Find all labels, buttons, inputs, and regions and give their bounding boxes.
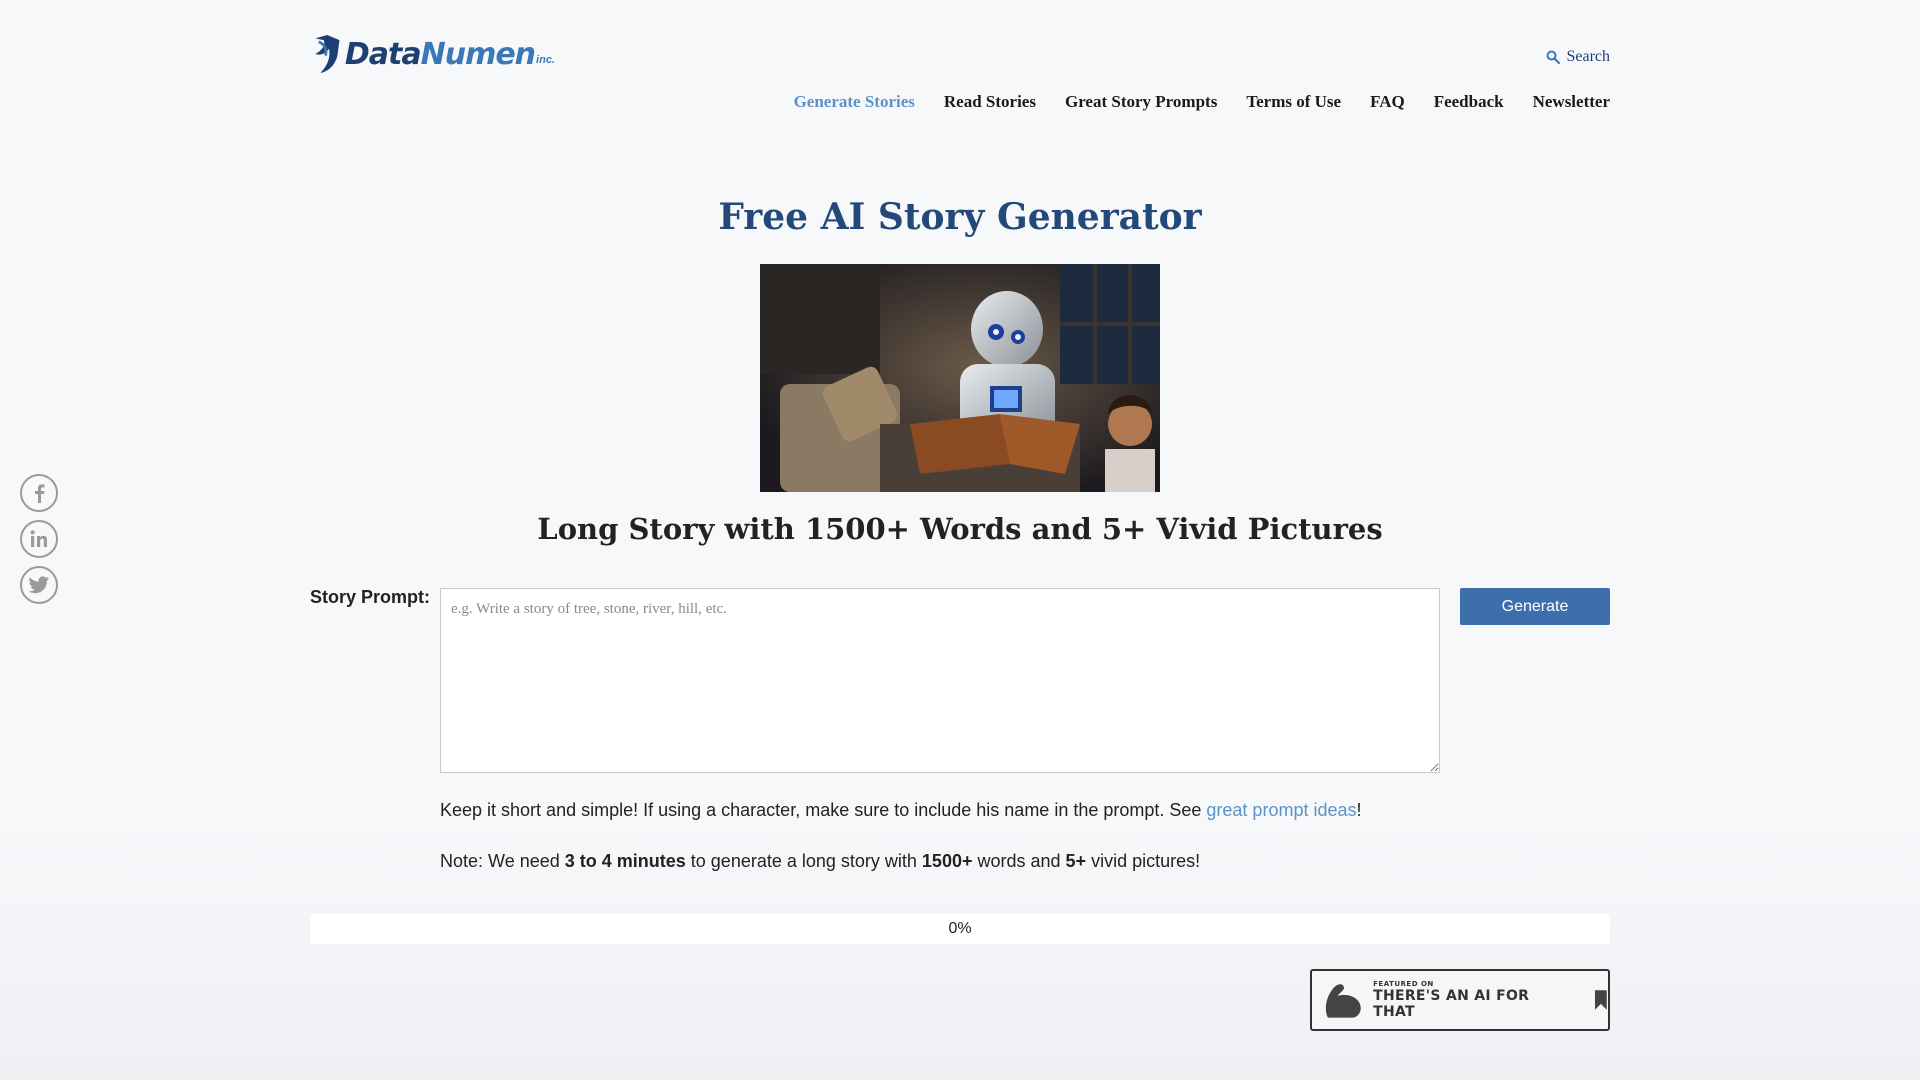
nav-newsletter[interactable]: Newsletter <box>1533 92 1610 112</box>
bookmark-icon <box>1595 990 1608 1010</box>
search-icon <box>1546 50 1561 64</box>
nav-faq[interactable]: FAQ <box>1370 92 1405 112</box>
generation-progress-bar: 0% <box>310 914 1610 944</box>
nav-great-story-prompts[interactable]: Great Story Prompts <box>1065 92 1217 112</box>
nav-read-stories[interactable]: Read Stories <box>944 92 1036 112</box>
badge-line-1: FEATURED ON <box>1373 980 1434 988</box>
great-prompt-ideas-link[interactable]: great prompt ideas <box>1206 800 1356 820</box>
brand-suffix: inc. <box>536 54 555 66</box>
note-end: vivid pictures! <box>1086 851 1201 871</box>
twitter-icon <box>28 576 49 594</box>
note-word-count: 1500+ <box>921 851 973 871</box>
note-mid-1: to generate a long story with <box>685 851 922 871</box>
prompt-hint-text: Keep it short and simple! If using a cha… <box>440 800 1207 820</box>
progress-label: 0% <box>948 920 972 937</box>
nav-generate-stories[interactable]: Generate Stories <box>794 92 915 112</box>
search-label: Search <box>1566 48 1610 65</box>
badge-text: FEATURED ON THERE'S AN AI FOR THAT <box>1373 980 1572 1020</box>
story-prompt-input[interactable] <box>440 588 1440 773</box>
badge-line-2: THERE'S AN AI FOR THAT <box>1373 988 1530 1020</box>
note-duration: 3 to 4 minutes <box>564 851 686 871</box>
flexed-arm-icon <box>1325 984 1361 1018</box>
note-mid-2: words and <box>972 851 1066 871</box>
generate-button[interactable]: Generate <box>1460 588 1610 625</box>
main-nav: Generate Stories Read Stories Great Stor… <box>794 92 1610 112</box>
prompt-hint-end: ! <box>1356 800 1362 820</box>
facebook-icon <box>35 484 45 503</box>
note-picture-count: 5+ <box>1065 851 1087 871</box>
brand-logo[interactable]: DataNumen inc. <box>310 30 555 78</box>
story-prompt-label: Story Prompt: <box>310 587 431 607</box>
search-link[interactable]: Search <box>1546 48 1610 66</box>
nav-feedback[interactable]: Feedback <box>1434 92 1504 112</box>
note-prefix: Note: We need <box>440 851 565 871</box>
prompt-hint: Keep it short and simple! If using a cha… <box>440 800 1362 821</box>
generation-note: Note: We need 3 to 4 minutes to generate… <box>440 851 1200 872</box>
nav-terms-of-use[interactable]: Terms of Use <box>1246 92 1341 112</box>
twitter-share-button[interactable] <box>20 566 58 604</box>
page-title: Free AI Story Generator <box>718 196 1202 238</box>
brand-mark-icon <box>315 34 340 74</box>
facebook-share-button[interactable] <box>20 474 58 512</box>
hero-image <box>760 264 1160 492</box>
page-subtitle: Long Story with 1500+ Words and 5+ Vivid… <box>537 512 1383 546</box>
featured-badge-link[interactable]: FEATURED ON THERE'S AN AI FOR THAT <box>1310 969 1610 1031</box>
brand-name: DataNumen <box>344 36 536 72</box>
